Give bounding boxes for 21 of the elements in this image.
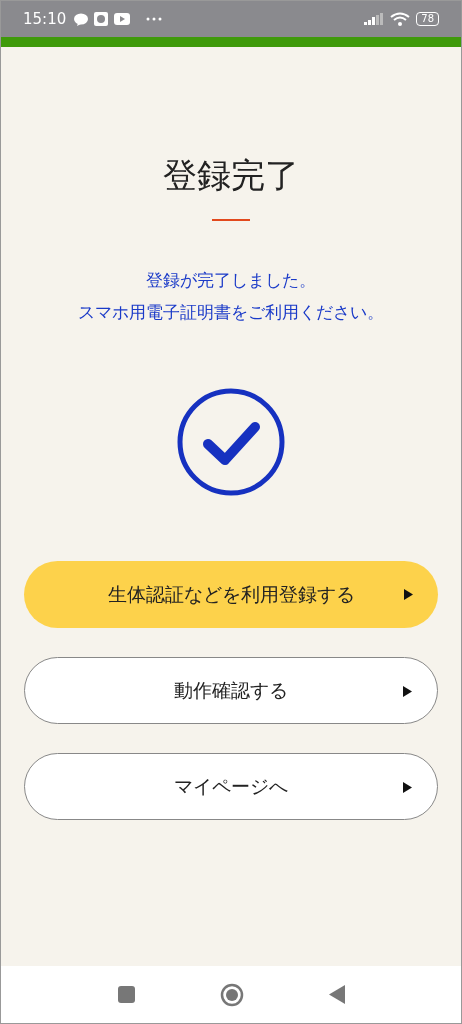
back-button[interactable] bbox=[328, 985, 345, 1004]
app-notification-icon bbox=[94, 12, 109, 26]
action-button[interactable]: マイページへ bbox=[24, 753, 438, 820]
home-button[interactable] bbox=[219, 982, 244, 1007]
play-arrow-icon bbox=[403, 782, 412, 793]
battery-indicator: 78 bbox=[416, 12, 439, 26]
more-icon bbox=[146, 17, 163, 21]
completion-message: スマホ用電子証明書をご利用ください。 bbox=[78, 301, 384, 324]
play-arrow-icon bbox=[404, 589, 413, 600]
wifi-icon bbox=[390, 12, 411, 26]
action-button[interactable]: 動作確認する bbox=[24, 657, 438, 724]
page-title: 登録完了 bbox=[163, 154, 299, 197]
clock: 15:10 bbox=[23, 10, 67, 28]
recents-button[interactable] bbox=[117, 986, 135, 1003]
completion-message: 登録が完了しました。 bbox=[146, 269, 316, 292]
action-button[interactable]: 生体認証などを利用登録する bbox=[24, 561, 438, 628]
play-arrow-icon bbox=[403, 686, 412, 697]
video-play-icon bbox=[114, 13, 131, 25]
checkmark-circle-icon bbox=[176, 387, 286, 497]
signal-icon bbox=[364, 13, 385, 25]
chat-bubble-icon bbox=[74, 12, 89, 26]
